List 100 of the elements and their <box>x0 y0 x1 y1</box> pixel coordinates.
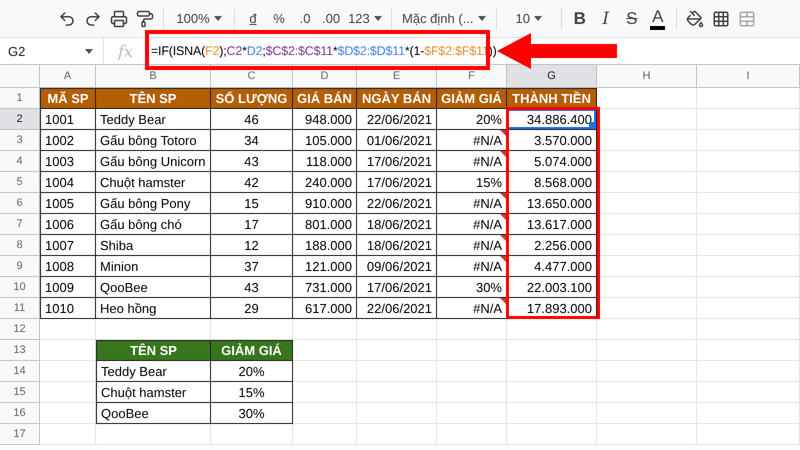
empty-cell[interactable] <box>507 403 597 424</box>
table-cell[interactable]: 3.570.000 <box>507 130 597 151</box>
empty-cell[interactable] <box>597 361 697 382</box>
column-header[interactable]: G <box>507 65 597 88</box>
table-cell[interactable]: 17 <box>211 214 293 235</box>
table-cell[interactable]: 1002 <box>40 130 96 151</box>
text-color-button[interactable]: A <box>646 6 670 32</box>
row-header[interactable]: 8 <box>0 235 40 256</box>
bold-button[interactable]: B <box>568 6 592 32</box>
empty-cell[interactable] <box>437 340 507 361</box>
row-header[interactable]: 1 <box>0 88 40 109</box>
table-cell[interactable]: 15 <box>211 193 293 214</box>
empty-cell[interactable] <box>597 340 697 361</box>
table-cell[interactable]: #N/A <box>437 298 507 319</box>
empty-cell[interactable] <box>507 382 597 403</box>
column-header[interactable]: H <box>597 65 697 88</box>
table-cell[interactable]: 1003 <box>40 151 96 172</box>
table-cell[interactable]: 240.000 <box>293 172 357 193</box>
increase-decimals-button[interactable]: .00 <box>319 6 344 32</box>
decrease-decimals-button[interactable]: .0 <box>293 6 317 32</box>
table-cell[interactable]: #N/A <box>437 214 507 235</box>
table-cell[interactable]: 121.000 <box>293 256 357 277</box>
row-header[interactable]: 10 <box>0 277 40 298</box>
table-cell[interactable]: Gấu bông Unicorn <box>96 151 211 172</box>
empty-cell[interactable] <box>697 130 800 151</box>
row-header[interactable]: 2 <box>0 109 40 130</box>
table-cell[interactable]: #N/A <box>437 235 507 256</box>
empty-cell[interactable] <box>437 361 507 382</box>
empty-cell[interactable] <box>697 403 800 424</box>
column-header[interactable]: B <box>96 65 211 88</box>
table-cell[interactable]: Heo hồng <box>96 298 211 319</box>
table-cell[interactable]: 118.000 <box>293 151 357 172</box>
empty-cell[interactable] <box>697 361 800 382</box>
table-cell[interactable]: 1008 <box>40 256 96 277</box>
table-cell[interactable]: 1004 <box>40 172 96 193</box>
table-cell[interactable]: 01/06/2021 <box>357 130 437 151</box>
table-cell[interactable]: 18/06/2021 <box>357 235 437 256</box>
select-all-corner[interactable] <box>0 65 40 88</box>
table-cell[interactable]: 8.568.000 <box>507 172 597 193</box>
table-cell[interactable]: 910.000 <box>293 193 357 214</box>
table-cell[interactable]: Shiba <box>96 235 211 256</box>
empty-cell[interactable] <box>597 424 697 445</box>
table-cell[interactable]: 29 <box>211 298 293 319</box>
empty-cell[interactable] <box>437 403 507 424</box>
table-cell[interactable]: Minion <box>96 256 211 277</box>
table-cell[interactable]: Gấu bông chó <box>96 214 211 235</box>
zoom-dropdown[interactable]: 100% <box>170 6 228 32</box>
strikethrough-button[interactable]: S <box>620 6 644 32</box>
table-cell[interactable]: 34.886.400 <box>507 109 597 130</box>
row-header[interactable]: 7 <box>0 214 40 235</box>
table-cell[interactable]: 30% <box>211 403 293 424</box>
empty-cell[interactable] <box>507 319 597 340</box>
table-cell[interactable]: #N/A <box>437 151 507 172</box>
currency-button[interactable]: đ <box>241 6 265 32</box>
table-cell[interactable]: 22.003.100 <box>507 277 597 298</box>
empty-cell[interactable] <box>697 88 800 109</box>
italic-button[interactable]: I <box>594 6 618 32</box>
table-cell[interactable]: 22/06/2021 <box>357 298 437 319</box>
table-cell[interactable]: Teddy Bear <box>96 361 211 382</box>
table-cell[interactable]: 22/06/2021 <box>357 193 437 214</box>
table-cell[interactable]: 105.000 <box>293 130 357 151</box>
row-header[interactable]: 3 <box>0 130 40 151</box>
table-cell[interactable]: #N/A <box>437 193 507 214</box>
empty-cell[interactable] <box>697 235 800 256</box>
row-header[interactable]: 11 <box>0 298 40 319</box>
empty-cell[interactable] <box>597 403 697 424</box>
row-header[interactable]: 13 <box>0 340 40 361</box>
table-cell[interactable]: 5.074.000 <box>507 151 597 172</box>
row-header[interactable]: 5 <box>0 172 40 193</box>
empty-cell[interactable] <box>697 109 800 130</box>
row-header[interactable]: 9 <box>0 256 40 277</box>
table-cell[interactable]: 1007 <box>40 235 96 256</box>
empty-cell[interactable] <box>697 277 800 298</box>
table-cell[interactable]: 12 <box>211 235 293 256</box>
table-cell[interactable]: 42 <box>211 172 293 193</box>
empty-cell[interactable] <box>357 340 437 361</box>
table-cell[interactable]: Teddy Bear <box>96 109 211 130</box>
number-format-dropdown[interactable]: 123 <box>345 6 385 32</box>
empty-cell[interactable] <box>697 340 800 361</box>
row-header[interactable]: 6 <box>0 193 40 214</box>
row-header[interactable]: 12 <box>0 319 40 340</box>
table-cell[interactable]: 18/06/2021 <box>357 214 437 235</box>
empty-cell[interactable] <box>697 382 800 403</box>
table-cell[interactable]: 801.000 <box>293 214 357 235</box>
table-cell[interactable]: 1001 <box>40 109 96 130</box>
table-cell[interactable]: 731.000 <box>293 277 357 298</box>
row-header[interactable]: 4 <box>0 151 40 172</box>
row-header[interactable]: 17 <box>0 424 40 445</box>
empty-cell[interactable] <box>697 424 800 445</box>
table-cell[interactable]: 09/06/2021 <box>357 256 437 277</box>
empty-cell[interactable] <box>437 424 507 445</box>
table-cell[interactable]: 37 <box>211 256 293 277</box>
table-cell[interactable]: #N/A <box>437 130 507 151</box>
table-cell[interactable]: 1005 <box>40 193 96 214</box>
table-cell[interactable]: 17/06/2021 <box>357 277 437 298</box>
table-cell[interactable]: 34 <box>211 130 293 151</box>
row-header[interactable]: 15 <box>0 382 40 403</box>
empty-cell[interactable] <box>597 382 697 403</box>
empty-cell[interactable] <box>697 172 800 193</box>
empty-cell[interactable] <box>697 298 800 319</box>
